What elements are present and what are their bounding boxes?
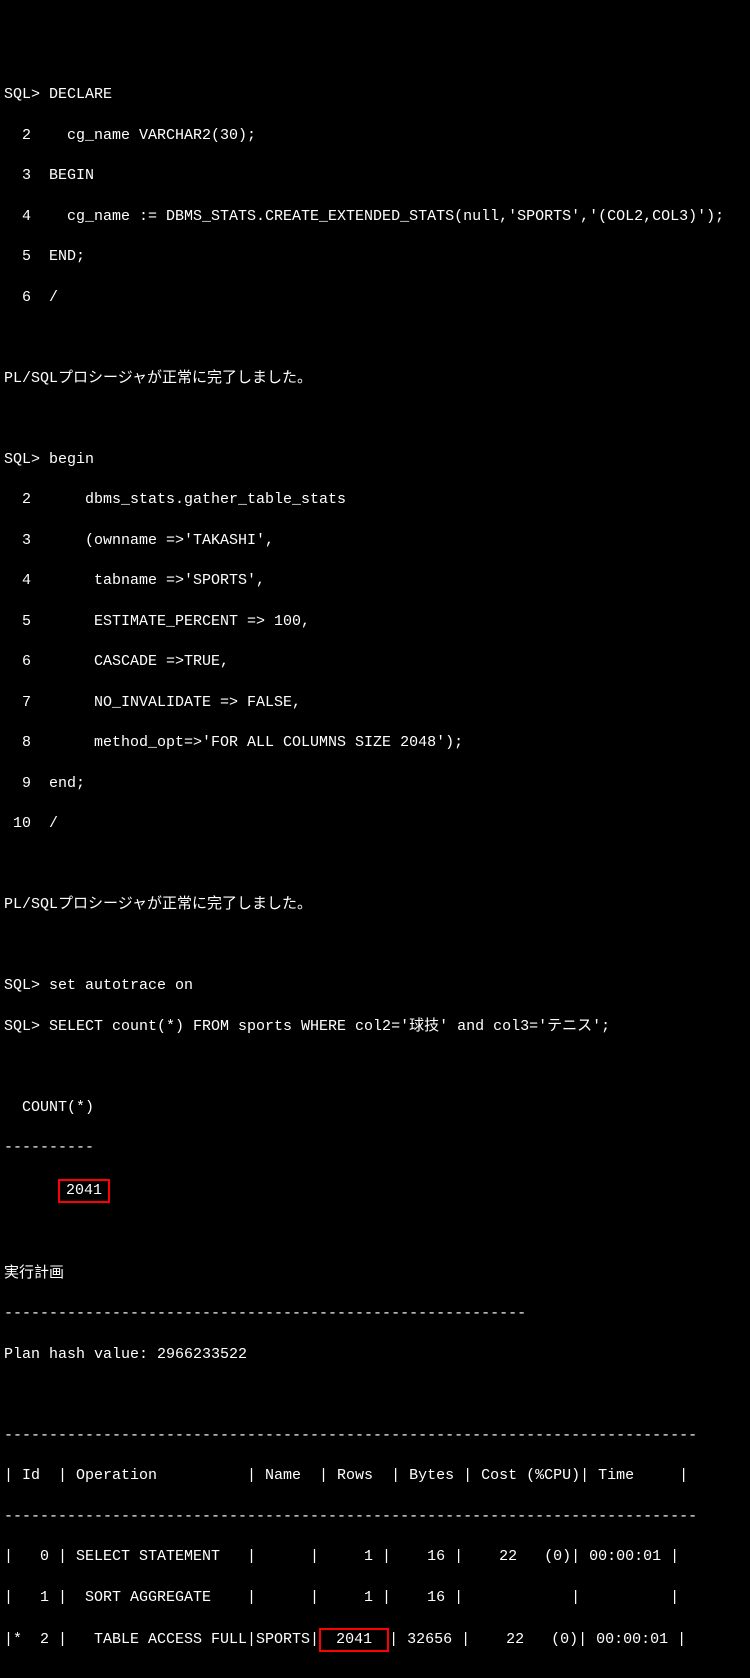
code-line: 6 CASCADE =>TRUE, [4, 652, 746, 672]
code-line: 2 cg_name VARCHAR2(30); [4, 126, 746, 146]
code-line: 10 / [4, 814, 746, 834]
plan-table-border: ----------------------------------------… [4, 1426, 746, 1446]
count-underline: ---------- [4, 1138, 746, 1158]
blank-line [4, 1385, 746, 1405]
blank-line [4, 855, 746, 875]
code-line: 7 NO_INVALIDATE => FALSE, [4, 693, 746, 713]
code-line: 4 cg_name := DBMS_STATS.CREATE_EXTENDED_… [4, 207, 746, 227]
plan-row-suffix: | 32656 | 22 (0)| 00:00:01 | [389, 1631, 686, 1648]
count-highlight: 2041 [58, 1179, 110, 1203]
success-message: PL/SQLプロシージャが正常に完了しました。 [4, 369, 746, 389]
plan-table-border: ----------------------------------------… [4, 1507, 746, 1527]
plan-title: 実行計画 [4, 1264, 746, 1284]
code-line: 9 end; [4, 774, 746, 794]
rows-highlight: 2041 [319, 1628, 389, 1652]
code-line: 3 BEGIN [4, 166, 746, 186]
code-line: 8 method_opt=>'FOR ALL COLUMNS SIZE 2048… [4, 733, 746, 753]
code-line: 6 / [4, 288, 746, 308]
code-line: SQL> begin [4, 450, 746, 470]
blank-line [4, 936, 746, 956]
plan-table-border: ----------------------------------------… [4, 1673, 746, 1678]
blank-line [4, 328, 746, 348]
success-message: PL/SQLプロシージャが正常に完了しました。 [4, 895, 746, 915]
plan-table-header: | Id | Operation | Name | Rows | Bytes |… [4, 1466, 746, 1486]
count-header: COUNT(*) [4, 1098, 746, 1118]
blank-line [4, 409, 746, 429]
code-line: SQL> SELECT count(*) FROM sports WHERE c… [4, 1017, 746, 1037]
code-line: 5 END; [4, 247, 746, 267]
plan-row: | 0 | SELECT STATEMENT | | 1 | 16 | 22 (… [4, 1547, 746, 1567]
code-line: SQL> set autotrace on [4, 976, 746, 996]
code-line: 2 dbms_stats.gather_table_stats [4, 490, 746, 510]
blank-line [4, 1223, 746, 1243]
plan-separator: ----------------------------------------… [4, 1304, 746, 1324]
code-line: 3 (ownname =>'TAKASHI', [4, 531, 746, 551]
plan-hash: Plan hash value: 2966233522 [4, 1345, 746, 1365]
blank-line [4, 1057, 746, 1077]
code-line: 4 tabname =>'SPORTS', [4, 571, 746, 591]
code-line: 5 ESTIMATE_PERCENT => 100, [4, 612, 746, 632]
code-line: SQL> DECLARE [4, 85, 746, 105]
count-value-line: 2041 [4, 1179, 746, 1203]
plan-row: | 1 | SORT AGGREGATE | | 1 | 16 | | | [4, 1588, 746, 1608]
plan-row: |* 2 | TABLE ACCESS FULL|SPORTS| 2041 | … [4, 1628, 746, 1652]
plan-row-prefix: |* 2 | TABLE ACCESS FULL|SPORTS| [4, 1631, 319, 1648]
